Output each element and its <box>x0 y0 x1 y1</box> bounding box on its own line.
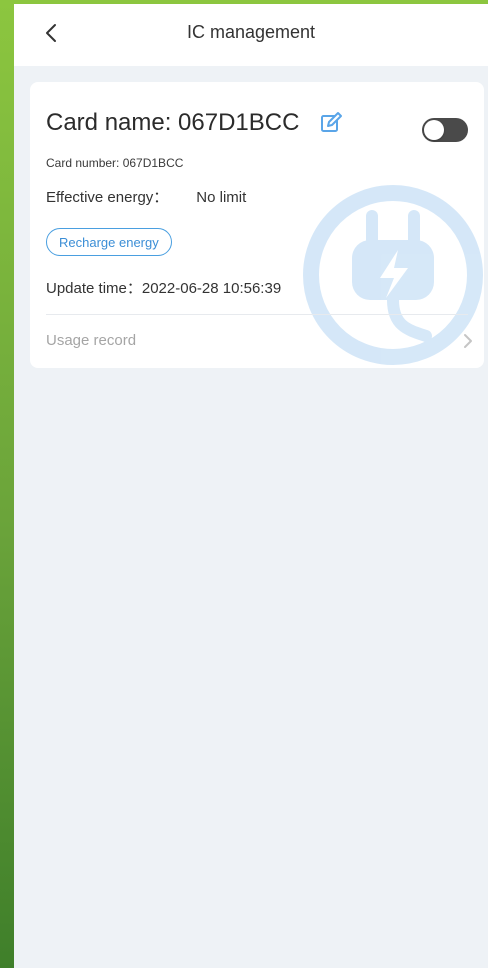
top-navigation-bar: IC management <box>14 4 488 66</box>
usage-record-label: Usage record <box>46 332 137 349</box>
page-title: IC management <box>186 22 316 42</box>
card-name: Card name: 067D1BCC <box>46 109 300 136</box>
app-screen: IC management Card name: 067D1BCC Card n… <box>14 4 488 968</box>
update-time-row: Update time：2022-06-28 10:56:39 <box>46 277 281 298</box>
effective-energy-row: Effective energy： No limit <box>46 186 246 207</box>
chevron-right-icon <box>464 334 472 348</box>
usage-record-row[interactable]: Usage record <box>30 315 484 367</box>
recharge-energy-button[interactable]: Recharge energy <box>46 228 172 256</box>
toggle-knob <box>424 120 444 140</box>
card-title-row: Card name: 067D1BCC <box>46 109 343 137</box>
edit-icon[interactable] <box>319 111 343 135</box>
update-time-value: 2022-06-28 10:56:39 <box>141 280 282 297</box>
card-enable-toggle[interactable] <box>422 118 468 142</box>
update-time-label: Update time： <box>46 280 142 297</box>
ic-card-panel: Card name: 067D1BCC Card number: 067D1BC… <box>30 82 484 368</box>
effective-energy-label: Effective energy： <box>46 189 169 206</box>
effective-energy-value: No limit <box>196 189 247 206</box>
card-number: Card number: 067D1BCC <box>46 156 184 170</box>
